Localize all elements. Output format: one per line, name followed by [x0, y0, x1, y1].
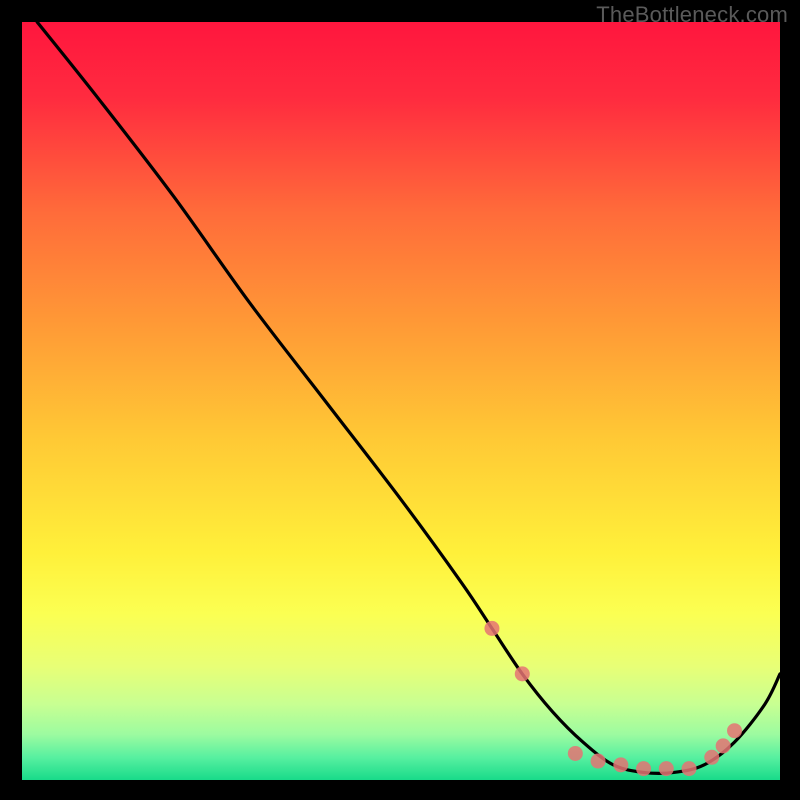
marker-point [636, 761, 651, 776]
marker-point [591, 754, 606, 769]
plot-area [22, 22, 780, 780]
marker-point [682, 761, 697, 776]
curve-layer [22, 22, 780, 780]
bottleneck-curve [37, 22, 780, 773]
marker-point [568, 746, 583, 761]
highlighted-points [484, 621, 742, 776]
marker-point [659, 761, 674, 776]
marker-point [704, 750, 719, 765]
chart-container: TheBottleneck.com [0, 0, 800, 800]
marker-point [613, 757, 628, 772]
marker-point [727, 723, 742, 738]
marker-point [515, 666, 530, 681]
marker-point [484, 621, 499, 636]
marker-point [716, 738, 731, 753]
